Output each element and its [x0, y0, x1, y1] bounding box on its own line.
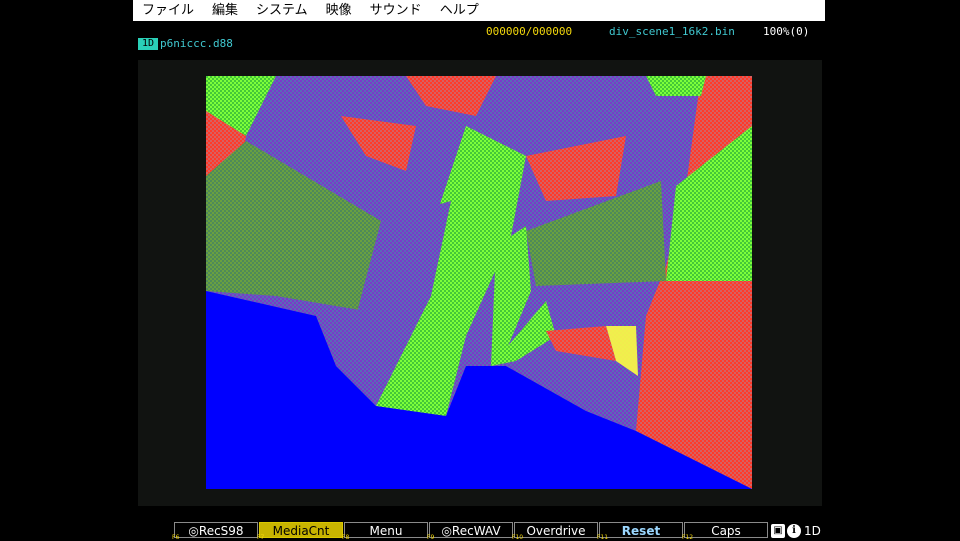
fkey-num-f7: F7 [257, 534, 265, 541]
status-line: 000000/000000 div_scene1_16k2.bin 100%(0… [0, 22, 960, 62]
disk-name: p6niccc.d88 [160, 37, 233, 50]
fkey-num-f6: F6 [172, 534, 180, 541]
tape-filename: div_scene1_16k2.bin [609, 25, 735, 38]
fkey-rec-s98[interactable]: ◎RecS98 [174, 522, 258, 538]
menu-file[interactable]: ファイル [133, 0, 203, 21]
fkey-reset[interactable]: Reset [599, 522, 683, 538]
fkey-menu[interactable]: Menu [344, 522, 428, 538]
emulator-screen[interactable] [206, 76, 752, 489]
menu-bar: ファイル 編集 システム 映像 サウンド ヘルプ [133, 0, 825, 21]
menu-edit[interactable]: 編集 [203, 0, 247, 21]
drive-badge: 1D [138, 38, 159, 50]
menu-help[interactable]: ヘルプ [431, 0, 488, 21]
menu-sound[interactable]: サウンド [361, 0, 431, 21]
info-icon[interactable]: i [787, 524, 801, 538]
floppy-icon[interactable]: ▣ [771, 524, 785, 538]
speed-indicator: 100%(0) [763, 25, 810, 38]
fkey-num-f12: F12 [682, 534, 694, 541]
fkey-media-cnt[interactable]: MediaCnt [259, 522, 343, 538]
fkey-num-f9: F9 [427, 534, 435, 541]
scene-render [206, 76, 752, 489]
fkey-num-f10: F10 [512, 534, 524, 541]
menu-video[interactable]: 映像 [317, 0, 361, 21]
menu-system[interactable]: システム [247, 0, 317, 21]
status-tray: ▣ i 1D [771, 523, 821, 539]
fkey-rec-wav[interactable]: ◎RecWAV [429, 522, 513, 538]
tray-drive-label: 1D [804, 524, 821, 538]
fkey-caps[interactable]: Caps [684, 522, 768, 538]
fkey-overdrive[interactable]: Overdrive [514, 522, 598, 538]
fkey-num-f11: F11 [597, 534, 609, 541]
tape-counter: 000000/000000 [486, 25, 573, 38]
fkey-num-f8: F8 [342, 534, 350, 541]
